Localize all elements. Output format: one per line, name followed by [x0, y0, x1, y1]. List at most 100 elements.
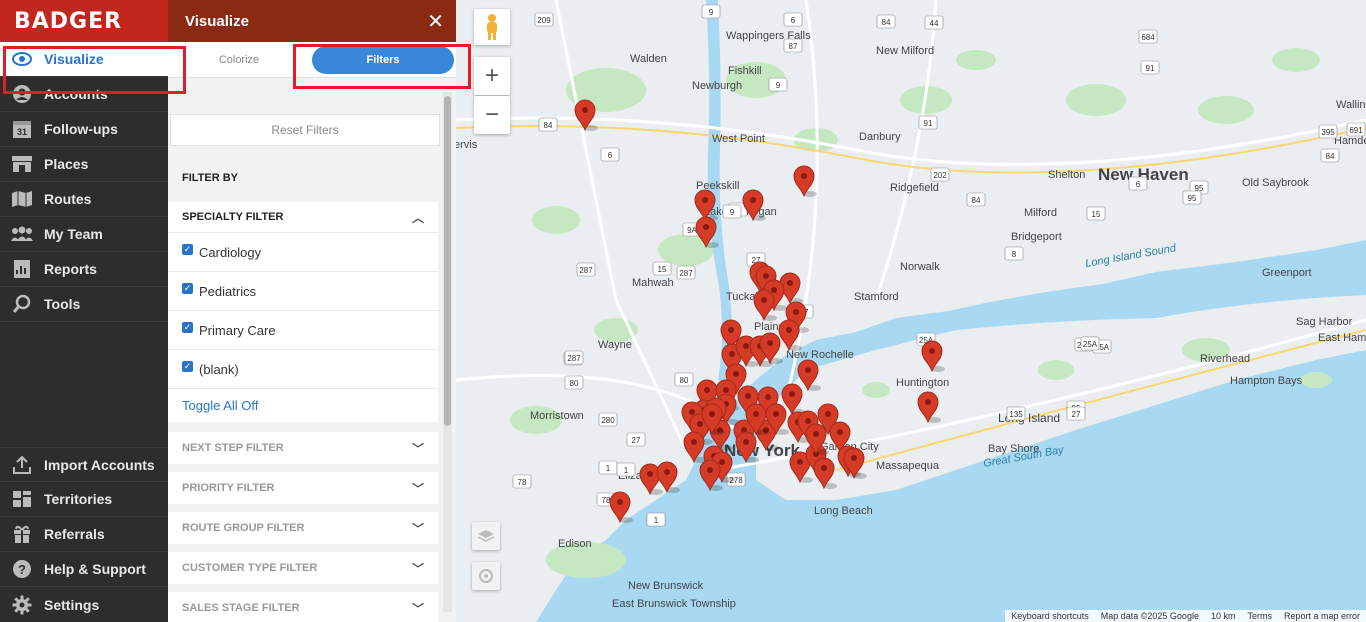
zoom-in-button[interactable]: +: [474, 57, 510, 95]
svg-text:84: 84: [972, 196, 981, 205]
map-place-label: Massapequa: [876, 460, 940, 472]
chevron-down-icon: ﹀: [411, 521, 424, 536]
svg-text:9: 9: [730, 208, 735, 217]
chevron-up-icon: ︿: [411, 210, 424, 225]
map-place-label: Sag Harbor: [1296, 316, 1353, 328]
nav-item-help-support[interactable]: ? Help & Support: [0, 552, 168, 587]
panel-scrollbar[interactable]: [443, 92, 452, 612]
nav-item-my-team[interactable]: My Team: [0, 217, 168, 252]
nav-label: Settings: [44, 596, 100, 613]
svg-text:1: 1: [624, 466, 629, 475]
report-map-error-link[interactable]: Report a map error: [1284, 611, 1360, 621]
nav-item-settings[interactable]: Settings: [0, 587, 168, 622]
close-icon[interactable]: ✕: [427, 9, 444, 34]
svg-text:91: 91: [1146, 64, 1155, 73]
checkbox-checked[interactable]: ✓: [182, 243, 193, 255]
team-icon: [10, 224, 34, 244]
filter-option-pediatrics[interactable]: ✓ Pediatrics: [168, 271, 438, 310]
filters-scroll-area[interactable]: Reset Filters FILTER BY SPECIALTY FILTER…: [168, 78, 456, 622]
map-place-label: Old Saybrook: [1242, 177, 1309, 189]
terms-link[interactable]: Terms: [1247, 611, 1272, 621]
svg-text:27: 27: [1072, 410, 1081, 419]
filter-title: PRIORITY FILTER: [182, 482, 275, 494]
my-location-button[interactable]: [472, 562, 500, 590]
filter-by-heading: FILTER BY: [182, 172, 239, 184]
checkbox-checked[interactable]: ✓: [182, 321, 193, 333]
filter-option-primary-care[interactable]: ✓ Primary Care: [168, 310, 438, 349]
route-group-filter[interactable]: ROUTE GROUP FILTER ﹀: [168, 512, 438, 544]
map-canvas[interactable]: Walden Wappingers Falls Fishkill New Milfor…: [456, 0, 1366, 622]
sales-stage-filter[interactable]: SALES STAGE FILTER ﹀: [168, 592, 438, 622]
nav-item-places[interactable]: Places: [0, 147, 168, 182]
calendar-icon: 31: [10, 119, 34, 139]
map-place-label: Riverhead: [1200, 353, 1250, 365]
map-place-label: Edison: [558, 538, 592, 550]
filter-option-blank[interactable]: ✓ (blank): [168, 349, 438, 388]
map-place-label: Wayne: [598, 339, 632, 351]
nav-label: Referrals: [44, 526, 105, 542]
specialty-filter-header[interactable]: SPECIALTY FILTER ︿: [168, 202, 438, 232]
tab-colorize[interactable]: Colorize: [168, 54, 310, 66]
nav-item-territories[interactable]: Territories: [0, 482, 168, 517]
svg-text:209: 209: [537, 16, 551, 25]
gear-icon: [10, 595, 34, 615]
chevron-down-icon: ﹀: [411, 601, 424, 616]
customer-type-filter[interactable]: CUSTOMER TYPE FILTER ﹀: [168, 552, 438, 584]
nav-item-routes[interactable]: Routes: [0, 182, 168, 217]
scrollbar-thumb[interactable]: [444, 96, 451, 426]
svg-text:135: 135: [1009, 410, 1023, 419]
svg-text:1: 1: [654, 516, 659, 525]
chevron-down-icon: ﹀: [411, 441, 424, 456]
svg-text:1: 1: [606, 464, 611, 473]
map-place-label: Norwalk: [900, 261, 940, 273]
map-place-label: Long Beach: [814, 505, 873, 517]
route-shield: 9: [768, 77, 788, 92]
checkbox-checked[interactable]: ✓: [182, 282, 193, 294]
visualize-panel: Visualize ✕ Colorize Filters Reset Filte…: [168, 0, 456, 622]
svg-text:91: 91: [924, 119, 933, 128]
panel-header: Visualize ✕: [168, 0, 456, 42]
checkbox-checked[interactable]: ✓: [182, 360, 193, 372]
keyboard-shortcuts-link[interactable]: Keyboard shortcuts: [1011, 611, 1089, 621]
street-view-pegman[interactable]: [474, 9, 510, 45]
question-icon: ?: [10, 559, 34, 579]
route-shield: 8: [1004, 246, 1024, 261]
toggle-all-off-link[interactable]: Toggle All Off: [168, 388, 438, 422]
svg-text:15: 15: [658, 265, 667, 274]
nav-item-reports[interactable]: Reports: [0, 252, 168, 287]
nav-item-follow-ups[interactable]: 31 Follow-ups: [0, 112, 168, 147]
svg-text:6: 6: [608, 151, 613, 160]
svg-text:80: 80: [570, 379, 579, 388]
priority-filter[interactable]: PRIORITY FILTER ﹀: [168, 472, 438, 504]
route-shield: 25A: [1080, 336, 1100, 351]
svg-text:287: 287: [679, 269, 693, 278]
filter-option-cardiology[interactable]: ✓ Cardiology: [168, 232, 438, 271]
svg-text:78: 78: [602, 496, 611, 505]
badger-logo[interactable]: BADGER: [0, 0, 168, 42]
map-place-label: Morristown: [530, 410, 584, 422]
route-shield: 91: [918, 115, 938, 130]
gift-icon: [10, 524, 34, 544]
map-place-label: East Brunswick Township: [612, 598, 736, 610]
nav-label: Follow-ups: [44, 121, 118, 137]
filter-title: ROUTE GROUP FILTER: [182, 522, 305, 534]
route-shield: 287: [676, 265, 696, 280]
option-label: Primary Care: [199, 322, 276, 338]
layers-button[interactable]: [472, 522, 500, 550]
reset-filters-button[interactable]: Reset Filters: [170, 114, 440, 146]
next-step-filter[interactable]: NEXT STEP FILTER ﹀: [168, 432, 438, 464]
zoom-out-button[interactable]: −: [474, 96, 510, 134]
option-label: Pediatrics: [199, 283, 257, 299]
nav-item-tools[interactable]: Tools: [0, 287, 168, 322]
route-shield: 27: [1066, 406, 1086, 421]
route-shield: 84: [966, 192, 986, 207]
route-shield: 87: [783, 38, 803, 53]
svg-text:84: 84: [882, 18, 891, 27]
map-place-label: ervis: [456, 139, 478, 151]
route-shield: 78: [512, 474, 532, 489]
nav-item-referrals[interactable]: Referrals: [0, 517, 168, 552]
svg-text:80: 80: [680, 376, 689, 385]
nav-item-import-accounts[interactable]: Import Accounts: [0, 447, 168, 482]
nav-label: Routes: [44, 191, 92, 207]
highlight-filters: [293, 44, 471, 89]
